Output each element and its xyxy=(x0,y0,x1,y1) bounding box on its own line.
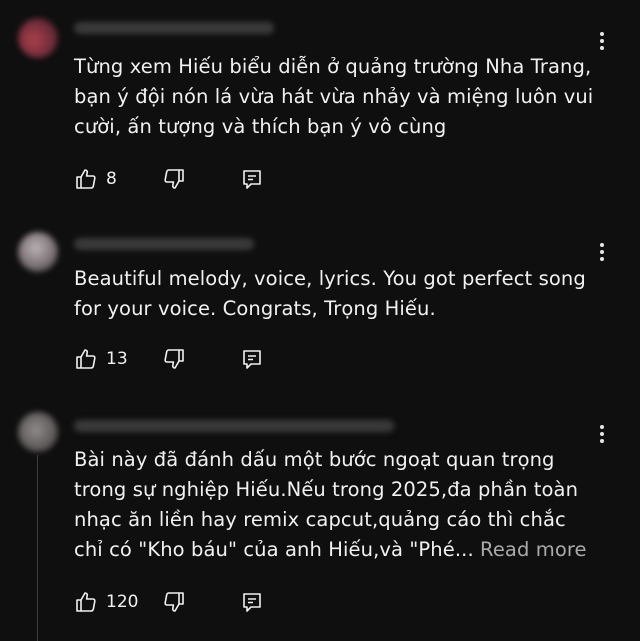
comment-text: Bài này đã đánh dấu một bước ngoạt quan … xyxy=(74,445,614,565)
avatar[interactable] xyxy=(18,412,58,452)
like-button[interactable]: 120 xyxy=(74,588,138,616)
comment-author-meta[interactable] xyxy=(74,420,394,432)
thumbs-up-icon xyxy=(76,349,96,369)
dislike-button[interactable] xyxy=(162,345,186,373)
reply-icon xyxy=(243,170,261,189)
thumbs-up-icon xyxy=(76,169,96,189)
avatar[interactable] xyxy=(18,18,58,58)
more-vertical-icon[interactable] xyxy=(594,29,610,53)
thumbs-down-icon xyxy=(164,592,184,612)
like-button[interactable]: 8 xyxy=(74,165,117,193)
reply-button[interactable] xyxy=(240,165,264,193)
comment-author-meta[interactable] xyxy=(74,22,274,34)
dislike-button[interactable] xyxy=(162,588,186,616)
thumbs-down-icon xyxy=(164,349,184,369)
comment-actions: 13 xyxy=(74,345,374,373)
comment-text: Từng xem Hiếu biểu diễn ở quảng trường N… xyxy=(74,55,594,138)
dislike-button[interactable] xyxy=(162,165,186,193)
like-count: 120 xyxy=(106,592,139,612)
more-vertical-icon[interactable] xyxy=(594,422,610,446)
more-vertical-icon[interactable] xyxy=(594,240,610,264)
comment-actions: 8 xyxy=(74,165,374,193)
like-button[interactable]: 13 xyxy=(74,345,128,373)
comment-text: Beautiful melody, voice, lyrics. You got… xyxy=(74,267,586,320)
comment-author-meta[interactable] xyxy=(74,238,254,250)
like-count: 8 xyxy=(106,169,117,189)
thumbs-up-icon xyxy=(76,592,96,612)
reply-icon xyxy=(243,593,261,612)
avatar[interactable] xyxy=(18,232,58,272)
read-more-link[interactable]: Read more xyxy=(480,538,587,561)
comment-actions: 120 xyxy=(74,588,374,616)
reply-thread-line xyxy=(37,455,38,641)
reply-button[interactable] xyxy=(240,345,264,373)
reply-button[interactable] xyxy=(240,588,264,616)
reply-icon xyxy=(243,350,261,369)
like-count: 13 xyxy=(106,349,128,369)
thumbs-down-icon xyxy=(164,169,184,189)
